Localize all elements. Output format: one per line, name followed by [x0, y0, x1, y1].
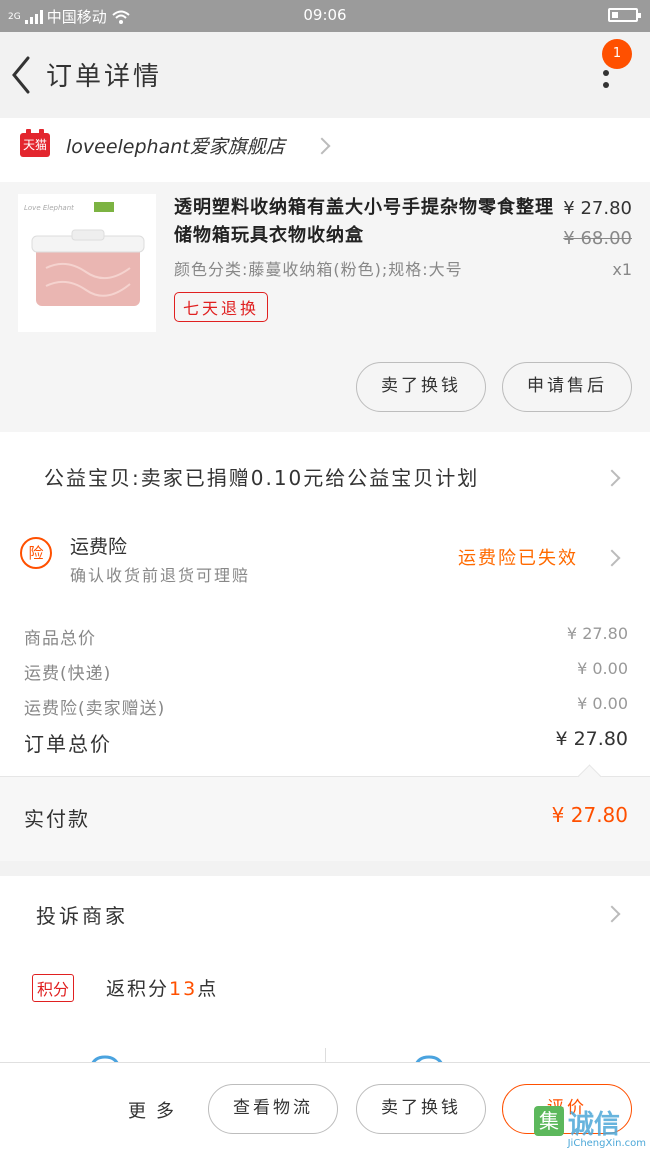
back-arrow-icon[interactable] — [6, 52, 36, 98]
points-suffix: 点 — [197, 978, 219, 1000]
order-total-label: 订单总价 — [24, 732, 112, 756]
insurance-status[interactable]: 运费险已失效 — [458, 544, 578, 570]
shop-name[interactable]: loveelephant爱家旗舰店 — [66, 132, 285, 159]
product-sku: 颜色分类:藤蔓收纳箱(粉色);规格:大号 — [174, 260, 463, 279]
order-total-value: ¥ 27.80 — [555, 728, 628, 750]
tmall-badge: 天猫 — [20, 129, 50, 157]
extra-actions: 投诉商家 积分 返积分13点 — [0, 876, 650, 1066]
paid-amount-row: 实付款 ¥ 27.80 — [0, 764, 650, 861]
insurance-description: 确认收货前退货可理赔 — [70, 566, 251, 585]
points-value: 13 — [169, 978, 198, 1000]
shop-chevron-icon — [313, 137, 331, 155]
battery-icon — [608, 8, 641, 22]
insurance-chevron-icon — [603, 549, 621, 567]
product-item[interactable]: Love Elephant 透明塑料收纳箱有盖大小号手提杂物零食整理储物箱玩具衣… — [0, 182, 650, 432]
points-badge: 积分 — [32, 974, 75, 1002]
product-title[interactable]: 透明塑料收纳箱有盖大小号手提杂物零食整理储物箱玩具衣物收纳盒 — [174, 194, 554, 250]
page-title: 订单详情 — [46, 62, 163, 92]
product-original-price: ¥ 68.00 — [563, 228, 632, 249]
seven-day-return-tag: 七天退换 — [174, 292, 269, 322]
subtotal-value: ¥ 27.80 — [566, 624, 628, 643]
product-image[interactable]: Love Elephant — [18, 194, 156, 332]
subtotal-label: 商品总价 — [24, 629, 96, 649]
complain-chevron-icon — [603, 905, 621, 923]
watermark-logo-icon: 集 — [534, 1106, 564, 1136]
shipping-insurance-value: ¥ 0.00 — [577, 694, 628, 713]
watermark-text: 诚信 — [568, 1110, 621, 1140]
shop-row[interactable]: 天猫 loveelephant爱家旗舰店 — [0, 118, 650, 182]
product-image-brand: Love Elephant — [24, 204, 74, 212]
product-price: ¥ 27.80 — [563, 198, 632, 219]
watermark: 集 诚信 JiChengXin.com — [534, 1104, 646, 1152]
paid-label: 实付款 — [24, 807, 90, 831]
more-menu-icon[interactable] — [596, 70, 616, 110]
product-quantity: x1 — [612, 260, 632, 279]
page-header: 订单详情 1 — [0, 32, 650, 118]
points-info: 返积分13点 — [106, 974, 218, 1001]
more-button[interactable]: 更多 — [128, 1097, 184, 1123]
paid-value: ¥ 27.80 — [551, 803, 628, 827]
points-prefix: 返积分 — [106, 978, 170, 1000]
charity-info[interactable]: 公益宝贝:卖家已捐赠0.10元给公益宝贝计划 — [44, 462, 479, 491]
shipping-insurance-label: 运费险(卖家赠送) — [24, 699, 166, 719]
insurance-title: 运费险 — [70, 536, 128, 558]
product-image-label — [94, 202, 114, 212]
view-logistics-button[interactable]: 查看物流 — [208, 1084, 338, 1134]
shipping-value: ¥ 0.00 — [577, 659, 628, 678]
complain-seller[interactable]: 投诉商家 — [36, 900, 128, 929]
status-time: 09:06 — [303, 6, 347, 24]
charity-chevron-icon — [603, 469, 621, 487]
notification-badge[interactable]: 1 — [602, 39, 632, 69]
watermark-url: JiChengXin.com — [567, 1138, 646, 1149]
insurance-icon: 险 — [20, 537, 52, 569]
sell-for-cash-bottom-button[interactable]: 卖了换钱 — [356, 1084, 486, 1134]
storage-box-icon — [31, 229, 145, 306]
paid-notch — [577, 764, 602, 789]
sell-for-cash-button[interactable]: 卖了换钱 — [356, 362, 486, 412]
after-sale-button[interactable]: 申请售后 — [502, 362, 632, 412]
order-summary: 公益宝贝:卖家已捐赠0.10元给公益宝贝计划 险 运费险 确认收货前退货可理赔 … — [0, 432, 650, 861]
status-bar: 2G 中国移动 09:06 — [0, 0, 650, 32]
shipping-label: 运费(快递) — [24, 664, 112, 684]
